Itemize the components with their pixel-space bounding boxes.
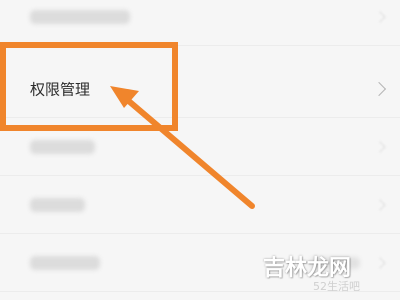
chevron-right-icon [374, 140, 386, 153]
chevron-right-icon [374, 256, 386, 269]
chevron-right-icon [371, 81, 387, 96]
watermark-subtext: 52生活吧 [313, 280, 360, 293]
settings-row-blurred[interactable] [0, 176, 400, 234]
settings-screen: 权限管理 吉林龙网 52生活吧 [0, 0, 400, 300]
blurred-label [30, 139, 95, 154]
settings-row-blurred[interactable] [0, 0, 400, 46]
highlight-box [0, 42, 178, 131]
chevron-right-icon [374, 10, 386, 23]
blurred-label [30, 255, 100, 270]
chevron-right-icon [374, 198, 386, 211]
blurred-label [30, 197, 85, 212]
blurred-label [30, 9, 130, 24]
